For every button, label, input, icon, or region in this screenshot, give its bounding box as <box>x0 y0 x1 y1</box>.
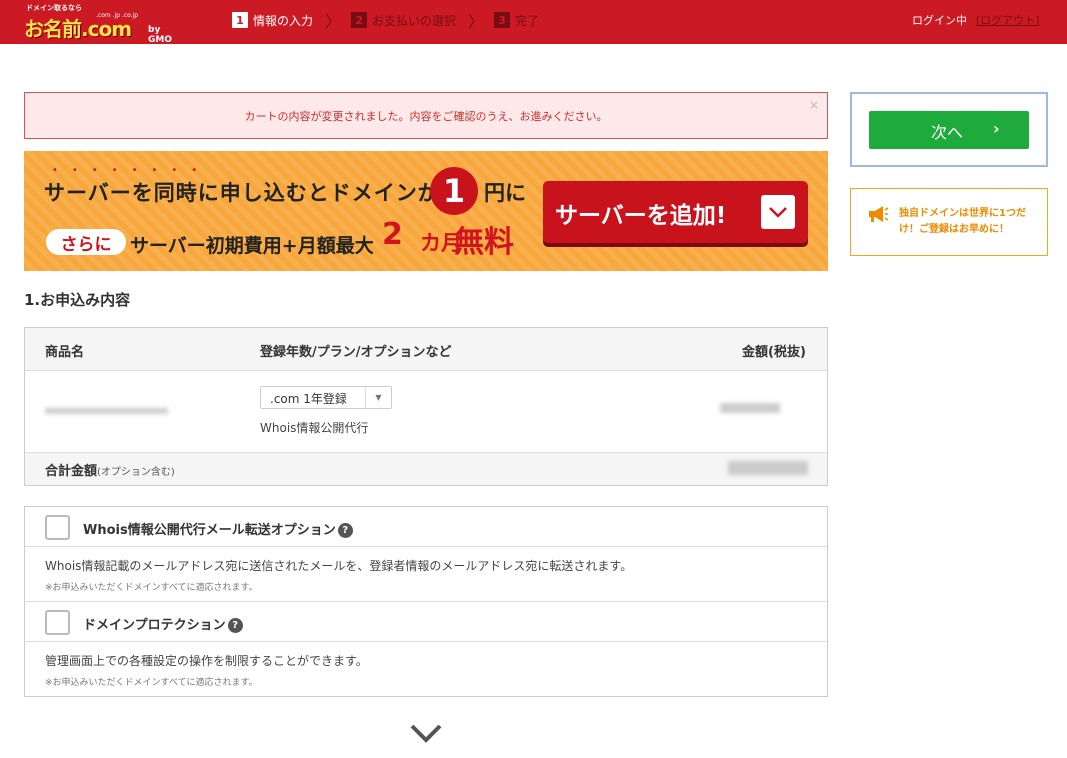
add-server-label: サーバーを追加! <box>555 203 727 229</box>
option-title-text: ドメインプロテクション <box>83 618 226 633</box>
table-header: 商品名 登録年数/プラン/オプションなど 金額(税抜) <box>25 328 827 371</box>
total-note: (オプション含む) <box>97 467 175 478</box>
whois-proxy-label: Whois情報公開代行 <box>260 421 369 435</box>
options-panel: Whois情報公開代行メール転送オプション? Whois情報記載のメールアドレス… <box>24 506 828 697</box>
header-product: 商品名 <box>45 345 85 360</box>
option-title: Whois情報公開代行メール転送オプション? <box>83 519 353 538</box>
option-note: ※お申込みいただくドメインすべてに適応されます。 <box>45 678 258 688</box>
option-mail-forward: Whois情報公開代行メール転送オプション? <box>25 507 827 547</box>
logo-brand: by GMO <box>148 25 172 45</box>
domain-protection-checkbox[interactable] <box>45 610 70 635</box>
onamae-logo[interactable]: ドメイン取るなら .com .jp .co.jp お名前.com by GMO <box>24 3 174 45</box>
logo-tagline: ドメイン取るなら <box>26 4 82 12</box>
close-icon[interactable]: × <box>809 98 819 112</box>
banner-months-number: 2 <box>382 217 403 252</box>
chevron-right-icon: 〉 <box>468 12 485 31</box>
alert-message: カートの内容が変更されました。内容をご確認のうえ、お進みください。 <box>244 110 608 123</box>
logo-text: お名前.com <box>24 17 132 41</box>
logout-link[interactable]: [ログアウト] <box>976 12 1040 28</box>
banner-headline-suffix: 円に <box>484 181 526 205</box>
step-payment: 2 お支払いの選択 〉 <box>351 8 494 32</box>
next-button-box: 次へ › <box>850 92 1048 167</box>
step-label: 情報の入力 <box>253 13 314 28</box>
option-description-block: Whois情報記載のメールアドレス宛に送信されたメールを、登録者情報のメールアド… <box>25 547 827 602</box>
table-row: .com 1年登録 ▼ Whois情報公開代行 <box>25 371 827 452</box>
total-row: 合計金額(オプション含む) <box>25 452 827 485</box>
plan-select-value: .com 1年登録 <box>270 392 347 406</box>
step-number: 3 <box>494 12 511 28</box>
total-label: 合計金額(オプション含む) <box>45 460 175 479</box>
step-number: 1 <box>232 12 248 28</box>
help-icon[interactable]: ? <box>227 618 243 633</box>
section-title: 1.お申込み内容 <box>24 291 131 309</box>
step-number: 2 <box>351 12 368 28</box>
login-status: ログイン中 <box>912 14 967 27</box>
megaphone-icon <box>867 205 889 227</box>
option-domain-protection: ドメインプロテクション? <box>25 602 827 642</box>
domain-name-redacted <box>45 408 168 414</box>
add-server-button[interactable]: サーバーを追加! <box>543 181 808 243</box>
price-circle: 1 <box>430 167 478 215</box>
help-icon[interactable]: ? <box>337 523 353 538</box>
option-description: Whois情報記載のメールアドレス宛に送信されたメールを、登録者情報のメールアド… <box>45 559 633 573</box>
option-title: ドメインプロテクション? <box>83 614 243 633</box>
progress-steps: 1 情報の入力 〉 2 お支払いの選択 〉 3 完了 <box>232 8 539 32</box>
chevron-right-icon: 〉 <box>325 12 342 31</box>
step-complete: 3 完了 <box>494 12 539 29</box>
server-promo-banner[interactable]: •••••••• サーバーを同時に申し込むとドメインが 1 円に さらに サーバ… <box>24 151 828 271</box>
notice-text: 独自ドメインは世界に1つだけ！ご登録はお早めに！ <box>899 208 1026 235</box>
option-description: 管理画面上での各種設定の操作を制限することができます。 <box>45 654 368 668</box>
banner-subline: サーバー初期費用+月額最大 <box>130 235 374 257</box>
next-button[interactable]: 次へ › <box>869 111 1029 149</box>
top-header: ドメイン取るなら .com .jp .co.jp お名前.com by GMO … <box>0 0 1067 45</box>
emphasis-dots: •••••••• <box>52 165 212 176</box>
step-label: 完了 <box>515 13 540 28</box>
option-title-text: Whois情報公開代行メール転送オプション <box>83 523 336 538</box>
dropdown-arrow-icon: ▼ <box>365 387 391 408</box>
header-plan: 登録年数/プラン/オプションなど <box>260 345 452 360</box>
price-redacted <box>720 403 780 413</box>
option-note: ※お申込みいただくドメインすべてに適応されます。 <box>45 583 258 593</box>
total-price-redacted <box>728 461 808 475</box>
domain-notice-box: 独自ドメインは世界に1つだけ！ご登録はお早めに！ <box>850 188 1048 256</box>
banner-headline: サーバーを同時に申し込むとドメインが <box>44 181 440 205</box>
cart-changed-alert: カートの内容が変更されました。内容をご確認のうえ、お進みください。 × <box>24 92 828 139</box>
header-price: 金額(税抜) <box>742 345 806 360</box>
mail-forward-checkbox[interactable] <box>45 515 70 540</box>
step-input: 1 情報の入力 〉 <box>232 8 351 32</box>
option-description-block: 管理画面上での各種設定の操作を制限することができます。 ※お申込みいただくドメイ… <box>25 642 827 696</box>
banner-free-text: 無料 <box>454 225 514 260</box>
sarani-badge: さらに <box>46 229 126 255</box>
chevron-down-icon <box>761 195 795 229</box>
order-table: 商品名 登録年数/プラン/オプションなど 金額(税抜) .com 1年登録 ▼ … <box>24 327 828 486</box>
next-button-label: 次へ <box>931 123 964 142</box>
plan-select[interactable]: .com 1年登録 ▼ <box>260 386 392 409</box>
step-label: お支払いの選択 <box>372 13 457 28</box>
chevron-right-icon: › <box>993 119 1000 138</box>
total-label-text: 合計金額 <box>45 464 98 479</box>
scroll-down-chevron-icon[interactable] <box>406 718 446 748</box>
